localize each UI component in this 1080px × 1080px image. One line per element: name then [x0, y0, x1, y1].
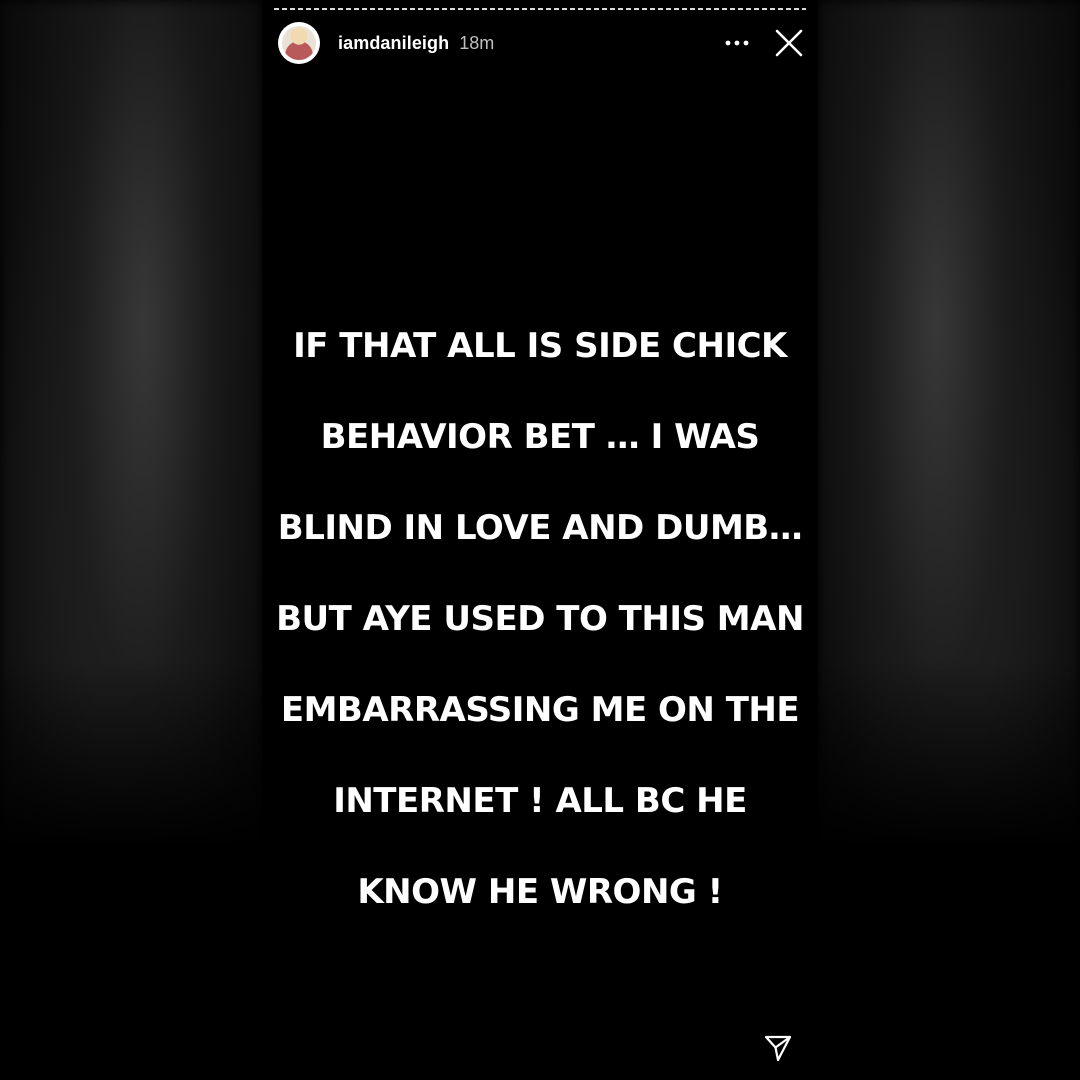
story-text-line: BEHAVIOR BET … I WAS — [320, 416, 760, 457]
more-horizontal-icon[interactable] — [722, 28, 752, 58]
story-text-line: BLIND IN LOVE AND DUMB… — [277, 507, 803, 548]
story-text: IF THAT ALL IS SIDE CHICK BEHAVIOR BET …… — [272, 278, 808, 961]
send-icon[interactable] — [760, 1030, 796, 1066]
post-time: 18m — [459, 32, 495, 53]
close-icon[interactable] — [772, 26, 806, 60]
username[interactable]: iamdanileigh — [338, 33, 449, 54]
story-header: iamdanileigh 18m — [278, 20, 806, 66]
avatar[interactable] — [278, 22, 320, 64]
story-frame[interactable]: iamdanileigh 18m IF THAT ALL IS SIDE CHI… — [262, 0, 818, 1080]
story-text-line: EMBARRASSING ME ON THE — [280, 689, 800, 730]
avatar-image — [282, 26, 316, 60]
story-text-line: IF THAT ALL IS SIDE CHICK — [293, 325, 787, 366]
story-text-line: BUT AYE USED TO THIS MAN — [276, 598, 804, 639]
story-text-line: KNOW HE WRONG ! — [357, 871, 723, 912]
story-progress-bar — [274, 8, 806, 10]
story-viewer: iamdanileigh 18m IF THAT ALL IS SIDE CHI… — [0, 0, 1080, 1080]
story-text-line: INTERNET ! ALL BC HE — [333, 780, 747, 821]
